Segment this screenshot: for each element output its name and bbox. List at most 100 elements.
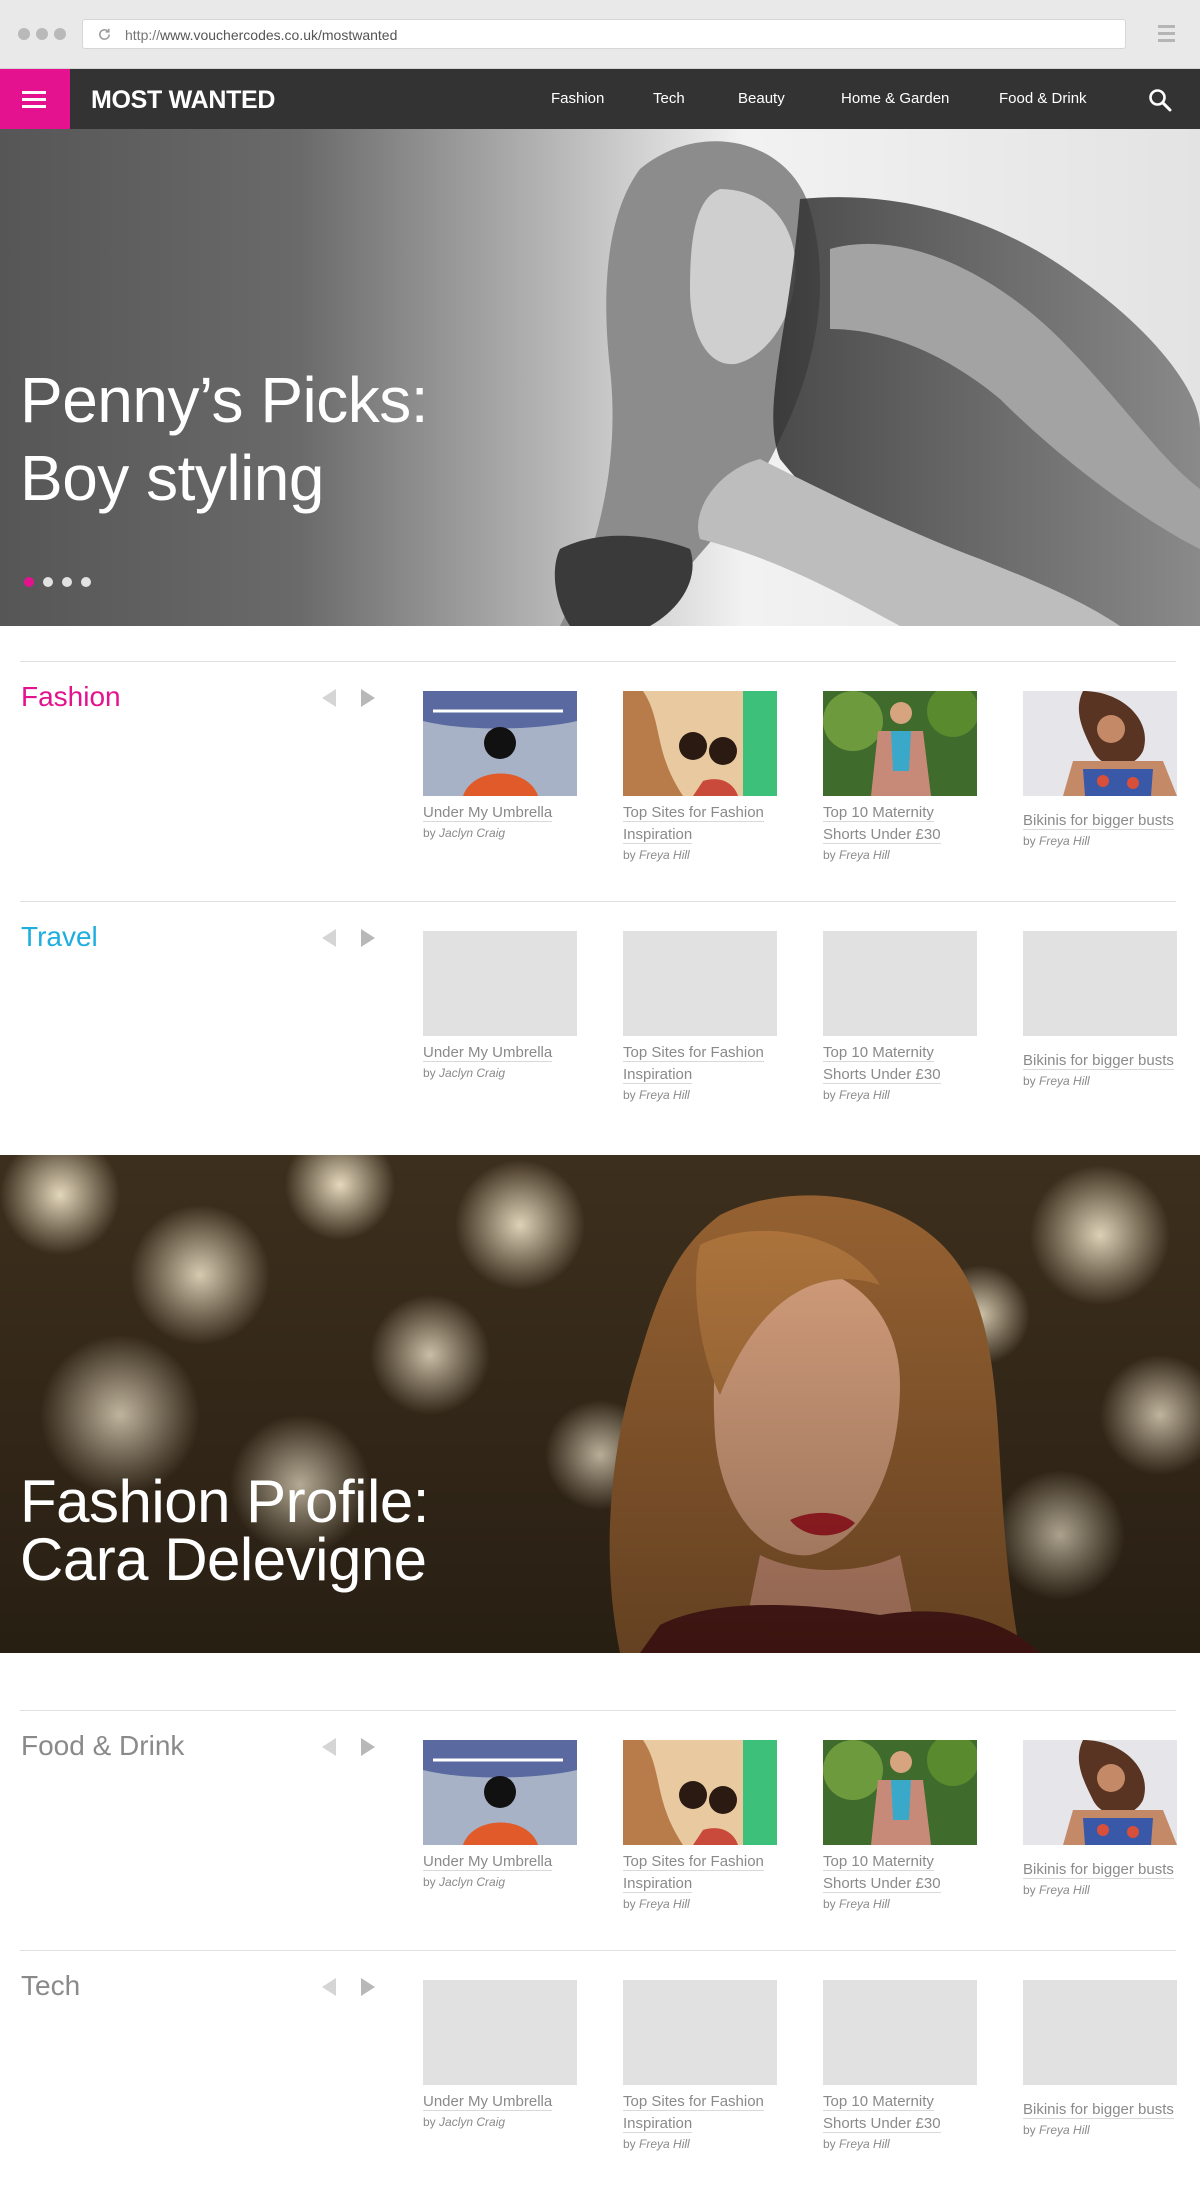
reload-icon[interactable] [97,27,112,42]
hamburger-menu-button[interactable] [0,69,70,129]
article-thumbnail[interactable] [823,691,977,796]
prev-arrow-icon[interactable] [322,1978,336,1996]
article-thumbnail[interactable] [823,1740,977,1845]
article-card[interactable]: Bikinis for bigger busts by Freya Hill [1023,691,1177,848]
article-card[interactable]: Top Sites for Fashion Inspiration by Fre… [623,1740,777,1911]
carousel-pagination [24,577,91,587]
section-title[interactable]: Tech [21,1970,80,2002]
next-arrow-icon[interactable] [361,689,375,707]
carousel-dot[interactable] [62,577,72,587]
window-controls [18,28,66,40]
section-divider [20,901,1176,902]
article-card[interactable]: Top Sites for Fashion Inspiration by Fre… [623,1980,777,2151]
section-travel: Travel Under My Umbrella by Jaclyn Craig… [0,901,1200,1141]
nav-link-fashion[interactable]: Fashion [551,90,604,107]
hero-title[interactable]: Penny’s Picks: Boy styling [20,361,429,517]
article-byline: by Freya Hill [623,1088,690,1102]
nav-link-tech[interactable]: Tech [653,90,685,107]
next-arrow-icon[interactable] [361,929,375,947]
browser-menu-icon[interactable] [1158,25,1175,43]
article-title[interactable]: Top Sites for Fashion Inspiration [623,1042,777,1086]
article-thumbnail-placeholder[interactable] [1023,1980,1177,2085]
article-card[interactable]: Under My Umbrella by Jaclyn Craig [423,691,577,840]
search-icon[interactable] [1148,88,1172,112]
site-header: MOST WANTED Fashion Tech Beauty Home & G… [0,69,1200,129]
article-thumbnail[interactable] [1023,691,1177,796]
article-title[interactable]: Bikinis for bigger busts [1023,1050,1177,1072]
minimize-window-button[interactable] [36,28,48,40]
nav-link-beauty[interactable]: Beauty [738,90,785,107]
article-card[interactable]: Top 10 Maternity Shorts Under £30 by Fre… [823,1740,977,1911]
article-title[interactable]: Bikinis for bigger busts [1023,810,1177,832]
article-title[interactable]: Bikinis for bigger busts [1023,2099,1177,2121]
prev-arrow-icon[interactable] [322,689,336,707]
maximize-window-button[interactable] [54,28,66,40]
section-title[interactable]: Fashion [21,681,121,713]
article-thumbnail-placeholder[interactable] [423,1980,577,2085]
article-card[interactable]: Top 10 Maternity Shorts Under £30 by Fre… [823,1980,977,2151]
article-card[interactable]: Under My Umbrella by Jaclyn Craig [423,1980,577,2129]
feature-title[interactable]: Fashion Profile: Cara Delevigne [20,1468,429,1590]
hero-carousel[interactable]: Penny’s Picks: Boy styling [0,129,1200,626]
article-card[interactable]: Top 10 Maternity Shorts Under £30 by Fre… [823,691,977,862]
article-thumbnail[interactable] [623,1740,777,1845]
section-title[interactable]: Food & Drink [21,1730,184,1762]
section-food-drink: Food & Drink Under My Umbrella by Jaclyn… [0,1710,1200,1950]
section-divider [20,1710,1176,1711]
close-window-button[interactable] [18,28,30,40]
article-thumbnail[interactable] [423,1740,577,1845]
article-title[interactable]: Top 10 Maternity Shorts Under £30 [823,2091,977,2135]
section-divider [20,1950,1176,1951]
feature-banner[interactable]: Fashion Profile: Cara Delevigne [0,1155,1200,1653]
carousel-dot[interactable] [81,577,91,587]
article-card[interactable]: Bikinis for bigger busts by Freya Hill [1023,1980,1177,2137]
article-card[interactable]: Under My Umbrella by Jaclyn Craig [423,931,577,1080]
article-title[interactable]: Under My Umbrella [423,2091,577,2113]
article-thumbnail[interactable] [623,691,777,796]
article-card[interactable]: Top Sites for Fashion Inspiration by Fre… [623,931,777,1102]
article-title[interactable]: Top Sites for Fashion Inspiration [623,802,777,846]
browser-toolbar: http://www.vouchercodes.co.uk/mostwanted [0,0,1200,69]
article-thumbnail-placeholder[interactable] [623,931,777,1036]
article-byline: by Jaclyn Craig [423,826,506,840]
site-logo[interactable]: MOST WANTED [91,86,276,115]
nav-link-food-drink[interactable]: Food & Drink [999,90,1087,107]
article-card[interactable]: Bikinis for bigger busts by Freya Hill [1023,1740,1177,1897]
feature-title-line-1: Fashion Profile: [20,1468,429,1535]
prev-arrow-icon[interactable] [322,929,336,947]
article-thumbnail[interactable] [1023,1740,1177,1845]
article-card[interactable]: Under My Umbrella by Jaclyn Craig [423,1740,577,1889]
article-title[interactable]: Top 10 Maternity Shorts Under £30 [823,1042,977,1086]
article-thumbnail-placeholder[interactable] [423,931,577,1036]
article-thumbnail[interactable] [423,691,577,796]
article-title[interactable]: Under My Umbrella [423,1851,577,1873]
prev-arrow-icon[interactable] [322,1738,336,1756]
article-byline: by Jaclyn Craig [423,1066,506,1080]
carousel-dot[interactable] [43,577,53,587]
next-arrow-icon[interactable] [361,1738,375,1756]
next-arrow-icon[interactable] [361,1978,375,1996]
article-title[interactable]: Top Sites for Fashion Inspiration [623,2091,777,2135]
section-title[interactable]: Travel [21,921,98,953]
article-title[interactable]: Under My Umbrella [423,802,577,824]
article-title[interactable]: Top 10 Maternity Shorts Under £30 [823,1851,977,1895]
article-thumbnail-placeholder[interactable] [1023,931,1177,1036]
article-card[interactable]: Bikinis for bigger busts by Freya Hill [1023,931,1177,1088]
article-thumbnail-placeholder[interactable] [823,1980,977,2085]
article-title[interactable]: Bikinis for bigger busts [1023,1859,1177,1881]
article-byline: by Jaclyn Craig [423,2115,506,2129]
article-title[interactable]: Top 10 Maternity Shorts Under £30 [823,802,977,846]
article-byline: by Freya Hill [623,1897,690,1911]
article-byline: by Freya Hill [823,848,890,862]
nav-link-home-garden[interactable]: Home & Garden [841,90,949,107]
article-card[interactable]: Top 10 Maternity Shorts Under £30 by Fre… [823,931,977,1102]
article-byline: by Freya Hill [1023,2123,1090,2137]
carousel-dot[interactable] [24,577,34,587]
article-thumbnail-placeholder[interactable] [823,931,977,1036]
address-bar[interactable]: http://www.vouchercodes.co.uk/mostwanted [82,19,1126,49]
article-thumbnail-placeholder[interactable] [623,1980,777,2085]
article-card[interactable]: Top Sites for Fashion Inspiration by Fre… [623,691,777,862]
article-title[interactable]: Under My Umbrella [423,1042,577,1064]
article-title[interactable]: Top Sites for Fashion Inspiration [623,1851,777,1895]
section-fashion: Fashion Under My Umbrella by Jaclyn Crai… [0,661,1200,901]
